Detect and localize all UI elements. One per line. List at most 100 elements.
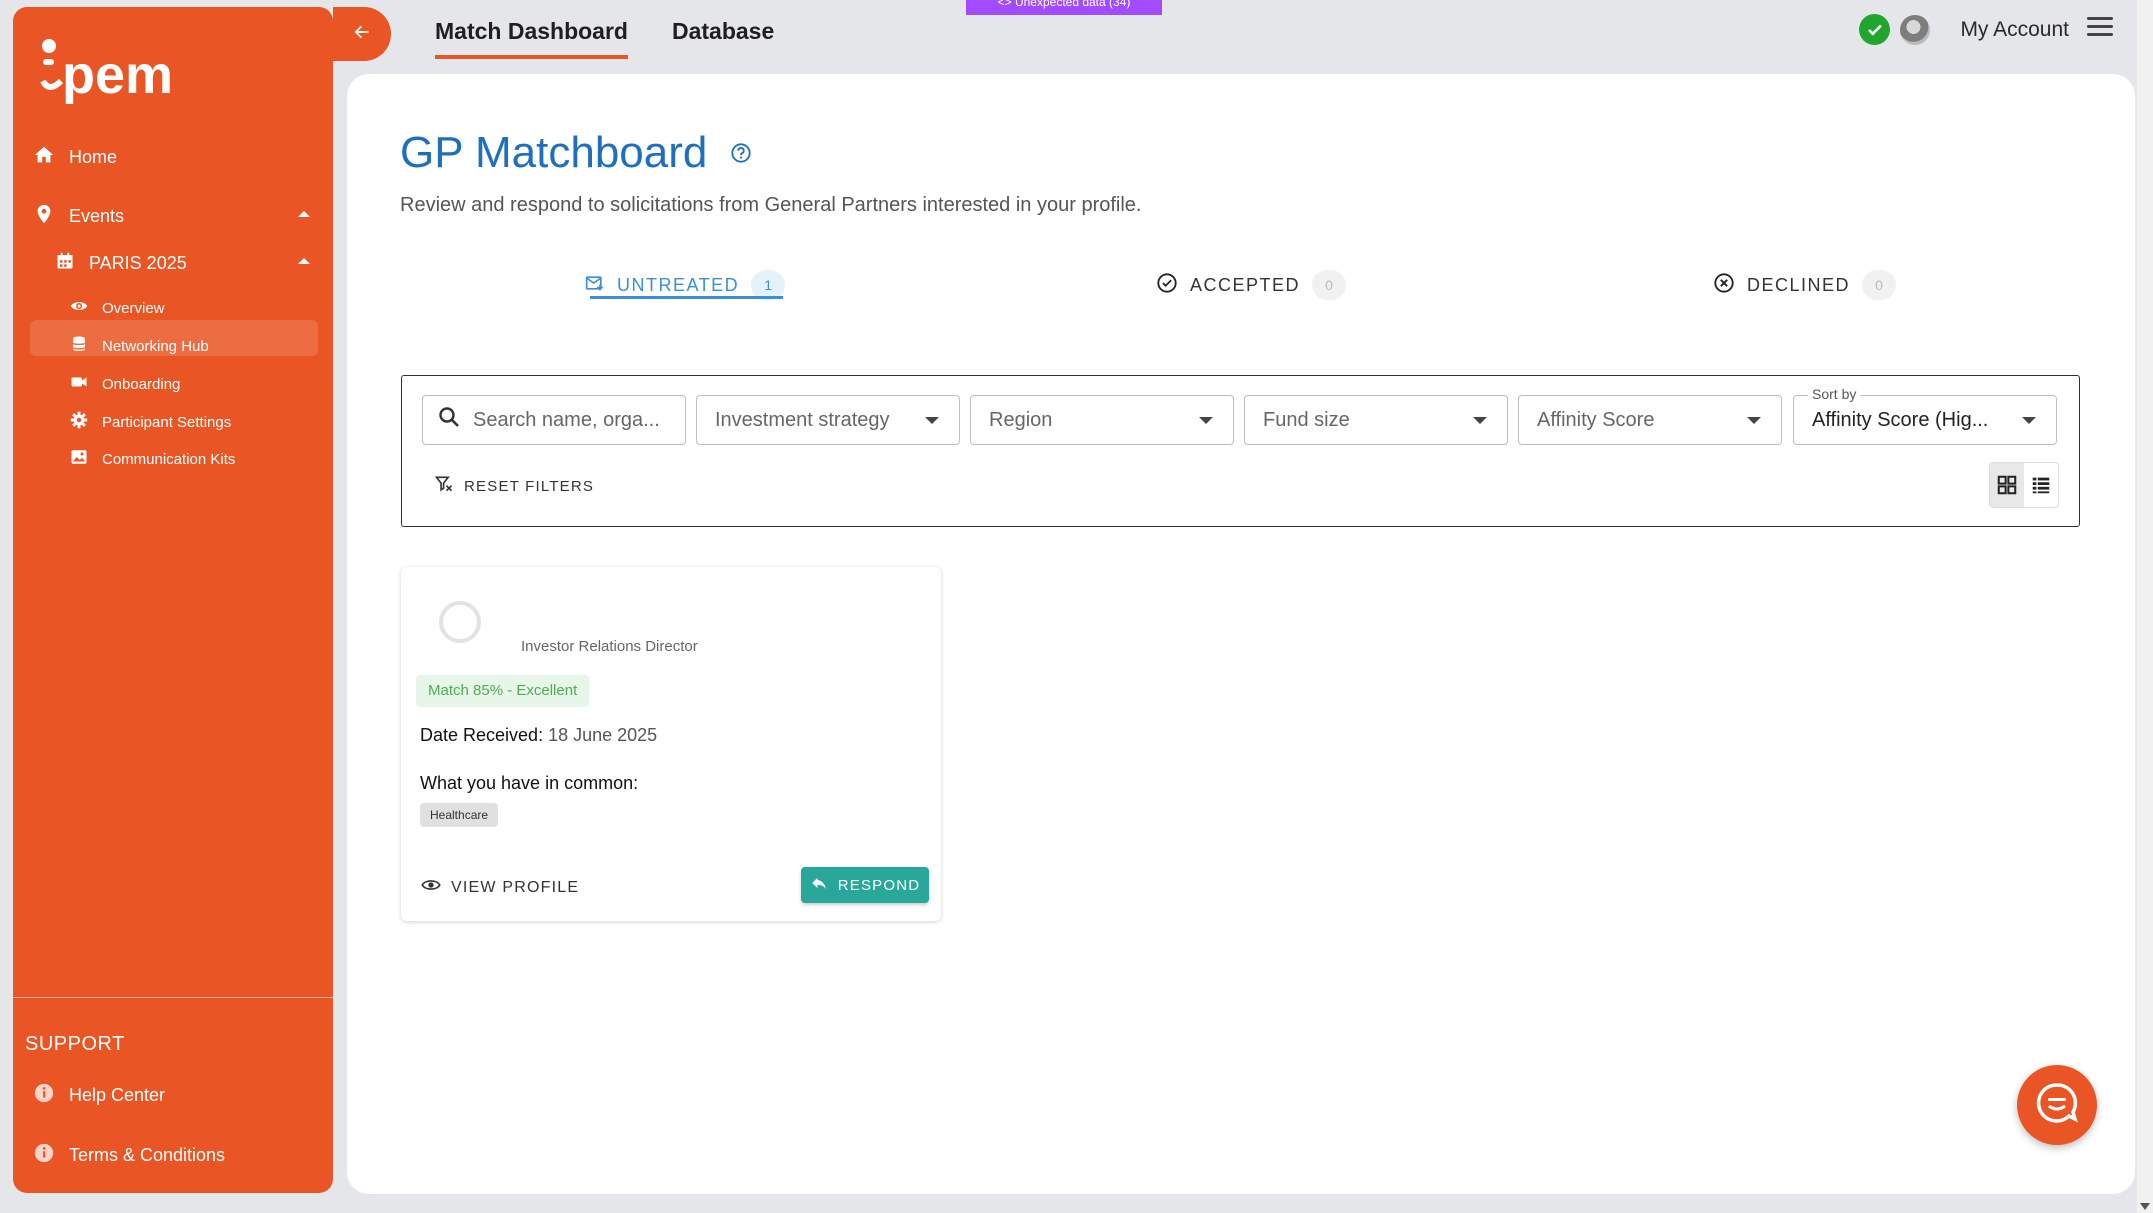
- chat-button[interactable]: [2017, 1065, 2097, 1145]
- chevron-up-icon[interactable]: [298, 258, 310, 264]
- region-select[interactable]: Region: [970, 395, 1234, 445]
- sidebar-item-label: Networking Hub: [102, 337, 209, 355]
- reset-filters-button[interactable]: RESET FILTERS: [434, 474, 594, 498]
- sidebar-item-help-center[interactable]: Help Center: [33, 1082, 165, 1109]
- chevron-down-icon: [1199, 417, 1213, 424]
- help-circle-icon[interactable]: [730, 142, 752, 169]
- chevron-down-icon: [1747, 417, 1761, 424]
- sidebar-item-networking-hub[interactable]: Networking Hub: [70, 335, 209, 357]
- tab-label: UNTREATED: [617, 274, 740, 295]
- top-navigation: Match Dashboard Database: [435, 18, 774, 59]
- page-scrollbar[interactable]: [2137, 0, 2153, 1213]
- sidebar-item-label: Help Center: [69, 1085, 166, 1105]
- page-subtitle: Review and respond to solicitations from…: [400, 194, 1142, 216]
- filter-panel: Search name, orga... Investment strategy…: [401, 375, 2080, 527]
- chevron-down-icon: [2022, 417, 2036, 424]
- collapse-sidebar-button[interactable]: [333, 7, 391, 61]
- info-icon: [33, 1082, 55, 1109]
- select-label: Region: [989, 408, 1053, 431]
- reply-icon: [810, 874, 828, 896]
- tab-match-dashboard[interactable]: Match Dashboard: [435, 18, 628, 59]
- sidebar-item-label: Terms & Conditions: [69, 1145, 226, 1165]
- search-placeholder: Search name, orga...: [473, 408, 660, 431]
- respond-label: RESPOND: [837, 876, 921, 894]
- svg-text:pem: pem: [62, 45, 173, 105]
- grid-view-icon[interactable]: [1990, 463, 2024, 507]
- date-label: Date Received:: [420, 725, 544, 745]
- calendar-icon: [55, 251, 75, 276]
- common-interests-title: What you have in common:: [420, 773, 639, 793]
- x-circle-icon: [1713, 272, 1735, 299]
- respond-button[interactable]: RESPOND: [801, 867, 929, 903]
- sidebar-item-onboarding[interactable]: Onboarding: [70, 373, 180, 395]
- tab-label: DECLINED: [1747, 274, 1851, 295]
- account-area: My Account: [1859, 14, 2115, 45]
- main-panel: GP Matchboard Review and respond to soli…: [347, 74, 2135, 1194]
- status-check-icon: [1859, 14, 1891, 45]
- select-label: Affinity Score: [1537, 408, 1655, 431]
- home-icon: [33, 144, 55, 171]
- map-pin-icon: [33, 203, 55, 230]
- date-received: Date Received: 18 June 2025: [420, 725, 657, 746]
- image-icon: [70, 448, 88, 470]
- view-toggle: [1989, 462, 2059, 508]
- sidebar-item-paris-2025[interactable]: PARIS 2025: [55, 251, 187, 276]
- scroll-down-icon[interactable]: [2140, 1203, 2150, 1210]
- count-badge: 0: [1862, 270, 1897, 300]
- arrow-left-icon: [352, 22, 372, 47]
- sidebar-item-label: Overview: [102, 299, 165, 317]
- sidebar: pem Home Events PARIS 2025 Overview Netw…: [13, 7, 333, 1193]
- view-profile-button[interactable]: VIEW PROFILE: [421, 875, 579, 900]
- select-label: Investment strategy: [715, 408, 890, 431]
- count-badge: 0: [1312, 270, 1347, 300]
- tag-chip: Healthcare: [420, 803, 499, 827]
- sidebar-item-home[interactable]: Home: [33, 144, 117, 171]
- avatar[interactable]: [1900, 14, 1931, 45]
- support-title: SUPPORT: [25, 1033, 125, 1055]
- chat-icon: [2035, 1081, 2079, 1130]
- select-value: Affinity Score (Hig...: [1812, 408, 1989, 431]
- tab-accepted[interactable]: ACCEPTED 0: [1156, 270, 1347, 300]
- ipem-logo[interactable]: pem: [40, 37, 200, 110]
- sidebar-item-label: Participant Settings: [102, 413, 232, 431]
- sidebar-item-events[interactable]: Events: [33, 203, 124, 230]
- fund-size-select[interactable]: Fund size: [1244, 395, 1508, 445]
- sidebar-item-label: Events: [69, 206, 125, 226]
- eye-icon: [70, 297, 88, 319]
- tab-label: ACCEPTED: [1190, 274, 1301, 295]
- sidebar-item-label: Onboarding: [102, 375, 181, 393]
- tab-database[interactable]: Database: [672, 18, 774, 59]
- sidebar-item-communication-kits[interactable]: Communication Kits: [70, 448, 235, 470]
- my-account-link[interactable]: My Account: [1960, 18, 2069, 42]
- video-icon: [70, 373, 88, 395]
- sidebar-item-terms[interactable]: Terms & Conditions: [33, 1142, 225, 1169]
- info-icon: [33, 1142, 55, 1169]
- affinity-score-select[interactable]: Affinity Score: [1518, 395, 1782, 445]
- eye-icon: [421, 875, 441, 900]
- sidebar-item-label: Home: [69, 147, 118, 167]
- chevron-down-icon: [925, 417, 939, 424]
- search-input[interactable]: Search name, orga...: [422, 395, 686, 445]
- debug-badge[interactable]: <> Unexpected data (34): [966, 0, 1162, 15]
- sort-label: Sort by: [1808, 386, 1861, 402]
- database-icon: [70, 335, 88, 357]
- contact-role: Investor Relations Director: [521, 638, 698, 655]
- sidebar-item-overview[interactable]: Overview: [70, 297, 165, 319]
- sidebar-divider: [13, 997, 333, 998]
- sidebar-item-label: Communication Kits: [102, 450, 236, 468]
- page-title: GP Matchboard: [400, 128, 708, 177]
- tab-declined[interactable]: DECLINED 0: [1713, 270, 1897, 300]
- list-view-icon[interactable]: [2024, 463, 2058, 507]
- mail-icon: [585, 273, 605, 298]
- avatar: [439, 601, 481, 643]
- sidebar-item-participant-settings[interactable]: Participant Settings: [70, 411, 231, 433]
- view-profile-label: VIEW PROFILE: [451, 878, 580, 896]
- chevron-up-icon[interactable]: [298, 211, 310, 217]
- gear-icon: [70, 411, 88, 433]
- menu-icon[interactable]: [2087, 15, 2115, 44]
- sort-by-select[interactable]: Sort by Affinity Score (Hig...: [1793, 386, 2057, 445]
- investment-strategy-select[interactable]: Investment strategy: [696, 395, 960, 445]
- check-circle-icon: [1156, 272, 1178, 299]
- filter-off-icon: [434, 474, 454, 498]
- active-tab-indicator: [590, 296, 783, 299]
